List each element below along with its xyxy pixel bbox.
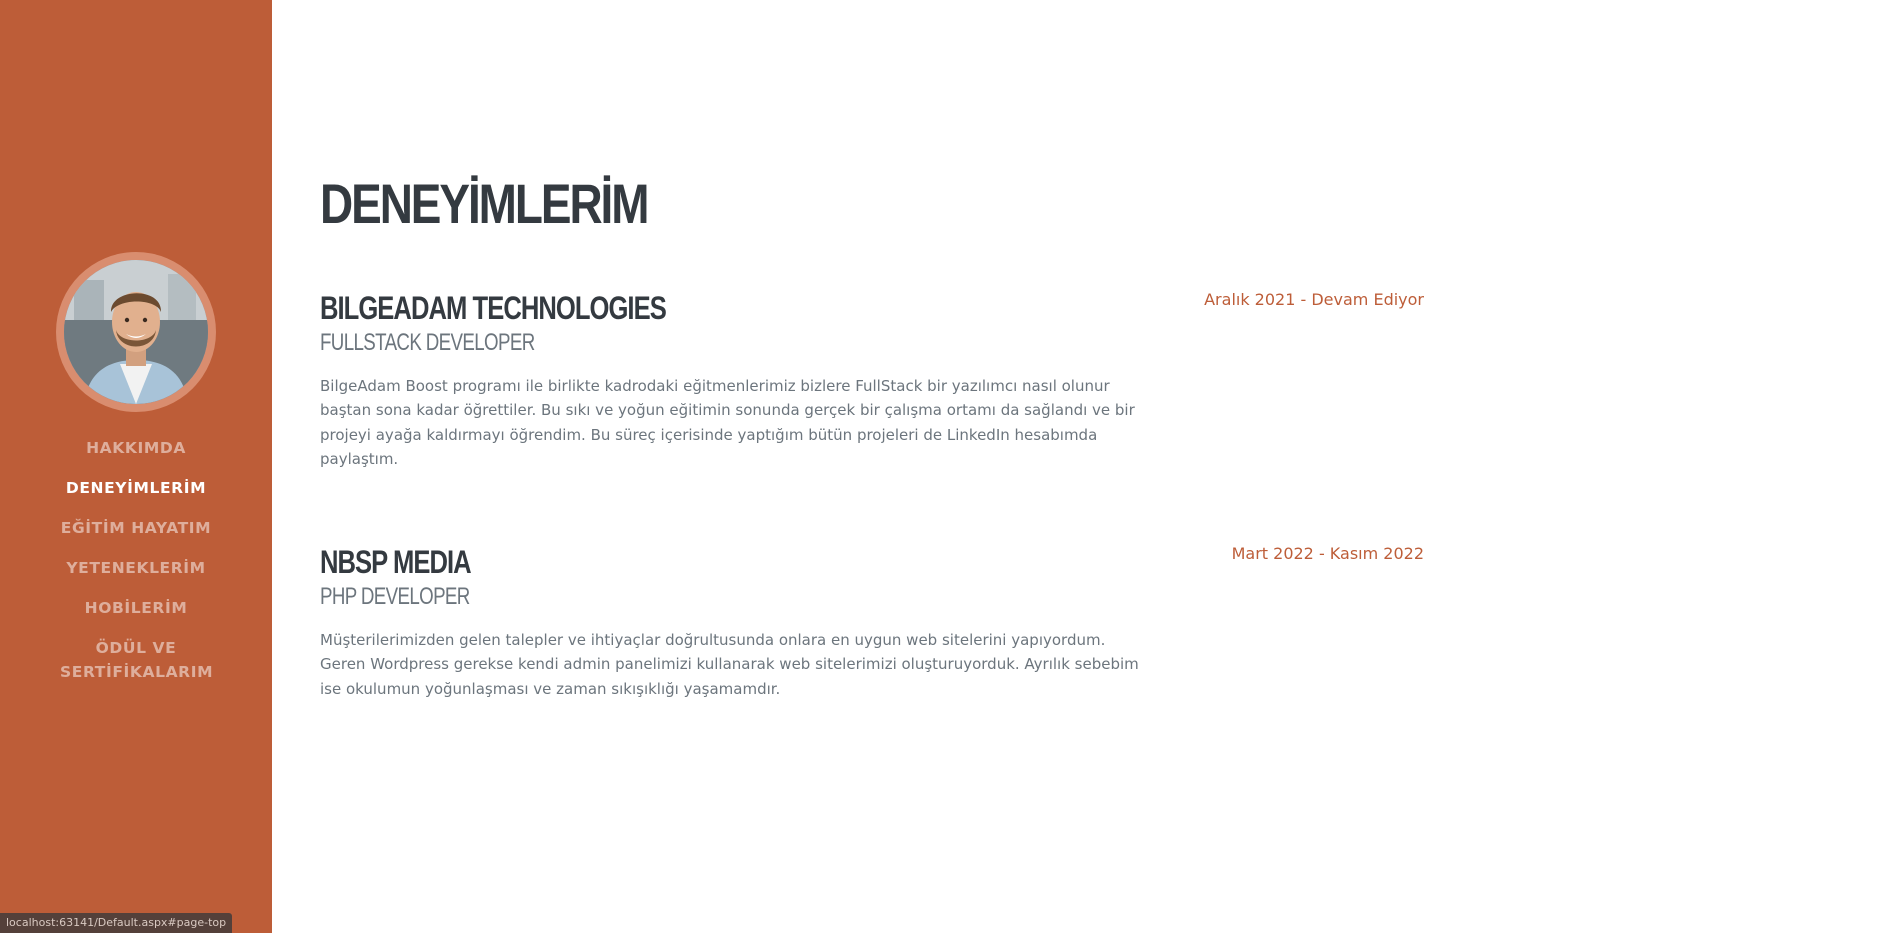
experience-company: BILGEADAM TECHNOLOGIES [320, 290, 667, 326]
nav-item-deneyimlerim[interactable]: DENEYİMLERİM [0, 476, 272, 500]
nav-item-hakkimda[interactable]: HAKKIMDA [0, 436, 272, 460]
nav-item-hobilerim[interactable]: HOBİLERİM [0, 596, 272, 620]
nav-item-egitim-hayatim[interactable]: EĞİTİM HAYATIM [0, 516, 272, 540]
main-content: DENEYİMLERİM BILGEADAM TECHNOLOGIES FULL… [272, 0, 1898, 933]
experience-company: NBSP MEDIA [320, 544, 472, 580]
nav-item-yeteneklerim[interactable]: YETENEKLERİM [0, 556, 272, 580]
experience-role: FULLSTACK DEVELOPER [320, 329, 535, 356]
nav-item-odul-ve-sertifikalarim[interactable]: ÖDÜL VE SERTİFİKALARIM [0, 636, 272, 684]
sidebar-nav: HAKKIMDA DENEYİMLERİM EĞİTİM HAYATIM YET… [0, 436, 272, 700]
profile-photo [64, 260, 208, 404]
page-title: DENEYİMLERİM [320, 172, 650, 235]
experience-date: Mart 2022 - Kasım 2022 [1231, 544, 1424, 563]
experience-description: BilgeAdam Boost programı ile birlikte ka… [320, 377, 1135, 468]
profile-avatar [64, 260, 208, 404]
experience-date: Aralık 2021 - Devam Ediyor [1204, 290, 1424, 309]
experience-role: PHP DEVELOPER [320, 583, 470, 610]
profile-avatar-ring [56, 252, 216, 412]
status-bar-url: localhost:63141/Default.aspx#page-top [0, 913, 233, 933]
experience-description: Müşterilerimizden gelen talepler ve ihti… [320, 631, 1139, 698]
sidebar: HAKKIMDA DENEYİMLERİM EĞİTİM HAYATIM YET… [0, 0, 272, 933]
